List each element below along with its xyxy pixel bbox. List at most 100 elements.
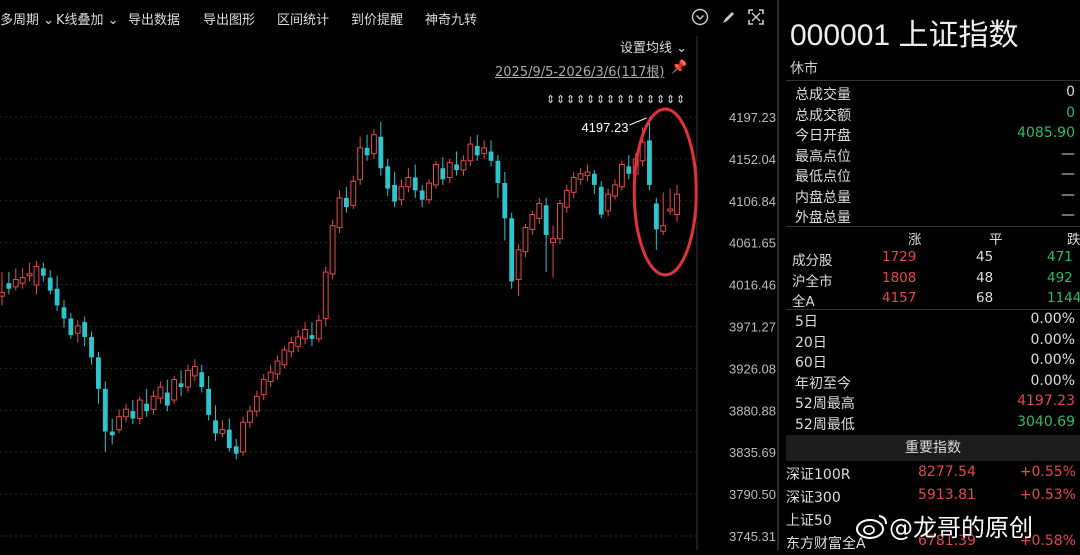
period-row: 60日 0.00% bbox=[795, 352, 1075, 372]
candle-body bbox=[47, 277, 53, 291]
high-annotation: 4197.23 bbox=[581, 120, 628, 135]
period-row: 52周最低 3040.69 bbox=[795, 414, 1075, 434]
candle-body bbox=[433, 163, 439, 186]
export-image-button[interactable]: 导出图形 bbox=[203, 9, 255, 28]
nine-turn-arrow: ⇕ bbox=[606, 93, 615, 106]
period-value: 4197.23 bbox=[1017, 393, 1075, 410]
pin-icon[interactable]: 📌 bbox=[671, 60, 687, 75]
period-value: 0.00% bbox=[1030, 352, 1075, 369]
divider-line bbox=[786, 80, 1080, 81]
candle-body bbox=[405, 176, 412, 188]
candle-body bbox=[577, 173, 584, 180]
stat-value: — bbox=[1061, 145, 1075, 162]
candle-body bbox=[302, 329, 308, 340]
candle-body bbox=[378, 136, 384, 169]
candle-body bbox=[660, 225, 667, 232]
breadth-down: 1144 bbox=[1047, 290, 1080, 306]
candle-body bbox=[322, 271, 329, 319]
candle-body bbox=[495, 160, 501, 184]
candle-body bbox=[509, 218, 515, 282]
candle-body bbox=[206, 388, 212, 415]
stat-label: 最高点位 bbox=[795, 148, 851, 165]
y-tick-label: 3745.31 bbox=[729, 529, 776, 544]
period-value: 0.00% bbox=[1030, 331, 1075, 348]
stat-row: 内盘总量 — bbox=[795, 187, 1075, 207]
index-name: 东方财富全A bbox=[786, 536, 866, 552]
candle-body bbox=[605, 193, 612, 212]
stock-code-name: 000001 上证指数 bbox=[790, 19, 1019, 52]
candle-body bbox=[481, 147, 488, 154]
candle-body bbox=[446, 162, 453, 178]
chevron-circle-icon[interactable] bbox=[690, 8, 710, 28]
breadth-down: 471 bbox=[1047, 249, 1073, 265]
nine-turn-arrow: ⇕ bbox=[656, 93, 665, 106]
candle-body bbox=[398, 186, 405, 201]
candle-body bbox=[536, 202, 543, 219]
stat-value: — bbox=[1061, 166, 1075, 182]
annotation-arrow bbox=[629, 117, 647, 126]
breadth-row: 全A 4157 68 1144 bbox=[792, 290, 1080, 310]
fullscreen-icon[interactable] bbox=[746, 8, 766, 28]
stat-value: 0 bbox=[1066, 84, 1075, 100]
stat-label: 今日开盘 bbox=[795, 128, 851, 144]
price-alert-button[interactable]: 到价提醒 bbox=[351, 9, 403, 28]
candle-body bbox=[419, 190, 425, 200]
candle-body bbox=[488, 151, 494, 161]
candle-body bbox=[199, 372, 205, 388]
candle-body bbox=[19, 277, 26, 284]
quote-panel: 000001 上证指数 休市 总成交量 0 总成交额 0 今日开盘 4085.90 最高点位… bbox=[780, 0, 1080, 552]
candle-body bbox=[96, 357, 101, 389]
candle-body bbox=[109, 431, 115, 436]
candle-body bbox=[40, 268, 46, 276]
nine-turn-arrow: ⇕ bbox=[616, 93, 625, 106]
breadth-up: 1729 bbox=[882, 249, 917, 265]
candle-body bbox=[171, 379, 178, 401]
candle-body bbox=[260, 379, 267, 395]
candle-body bbox=[653, 203, 659, 230]
candle-body bbox=[68, 318, 74, 336]
ma-settings-button[interactable]: 设置均线 ⌄ bbox=[620, 37, 687, 56]
stat-label: 外盘总量 bbox=[795, 210, 851, 226]
index-row[interactable]: 深证300 5913.81 +0.53% bbox=[786, 487, 1080, 509]
candlestick-chart[interactable]: 4197.23 4152.04 4106.84 4061.65 4016.46 3971.… bbox=[0, 0, 778, 550]
y-tick-label: 4152.04 bbox=[729, 152, 776, 167]
y-tick-label: 4197.23 bbox=[729, 110, 776, 125]
breadth-header: 涨 平 跌 bbox=[792, 228, 1080, 248]
period-row: 年初至今 0.00% bbox=[795, 373, 1075, 393]
candle-body bbox=[570, 176, 577, 193]
candle-body bbox=[288, 342, 295, 353]
weibo-logo-icon bbox=[856, 515, 887, 539]
nine-turn-arrow: ⇕ bbox=[546, 93, 555, 106]
date-range-label[interactable]: 2025/9/5-2026/3/6(117根) bbox=[495, 61, 664, 80]
magic-nine-button[interactable]: 神奇九转 bbox=[425, 9, 477, 28]
candle-body bbox=[267, 371, 274, 382]
highlight-circle bbox=[632, 107, 698, 277]
candle-body bbox=[309, 335, 315, 339]
nine-turn-arrow: ⇕ bbox=[566, 93, 575, 106]
nine-turn-arrow: ⇕ bbox=[666, 93, 675, 106]
candle-body bbox=[515, 249, 522, 280]
stat-row: 总成交量 0 bbox=[795, 84, 1075, 104]
export-data-button[interactable]: 导出数据 bbox=[128, 9, 180, 28]
stat-row: 今日开盘 4085.90 bbox=[795, 125, 1075, 145]
market-status: 休市 bbox=[790, 61, 818, 77]
range-stats-button[interactable]: 区间统计 bbox=[277, 9, 329, 28]
candle-body bbox=[89, 336, 94, 358]
nine-turn-arrow: ⇕ bbox=[576, 93, 585, 106]
breadth-label: 全A bbox=[792, 294, 815, 310]
period-row: 20日 0.00% bbox=[795, 332, 1075, 352]
stat-row: 外盘总量 — bbox=[795, 207, 1075, 227]
breadth-up-header: 涨 bbox=[908, 232, 922, 248]
candle-body bbox=[385, 166, 391, 189]
index-value: 5913.81 bbox=[918, 487, 976, 503]
candle-body bbox=[460, 160, 467, 171]
kline-overlay-menu[interactable]: K线叠加 ⌄ bbox=[56, 9, 119, 28]
index-row[interactable]: 深证100R 8277.54 +0.55% bbox=[786, 464, 1080, 486]
candle-body bbox=[144, 403, 150, 412]
candle-body bbox=[591, 173, 597, 185]
brush-icon[interactable] bbox=[718, 8, 738, 28]
chart-toolbar: 多周期 ⌄ K线叠加 ⌄ 导出数据 导出图形 区间统计 到价提醒 神奇九转 bbox=[0, 0, 776, 36]
period-label: 5日 bbox=[795, 314, 818, 330]
multi-period-menu[interactable]: 多周期 ⌄ bbox=[0, 9, 54, 28]
breadth-row: 沪全市 1808 48 492 bbox=[792, 270, 1080, 290]
